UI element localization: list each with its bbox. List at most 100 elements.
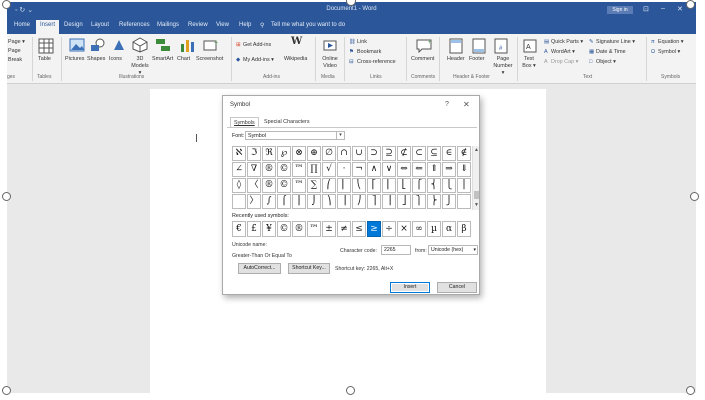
online-video-button[interactable]: Online Video: [321, 56, 339, 70]
recent-symbol-cell[interactable]: ≤: [352, 221, 366, 237]
symbol-cell[interactable]: ⎟: [337, 194, 351, 209]
tab-home[interactable]: Home: [14, 22, 30, 28]
wordart-button[interactable]: WordArt ▾: [551, 49, 575, 56]
symbol-cell[interactable]: √: [322, 162, 336, 177]
comment-icon[interactable]: +: [416, 39, 432, 53]
symbol-cell[interactable]: ⎣: [397, 178, 411, 193]
symbol-cell[interactable]: ©: [277, 178, 291, 193]
tab-design[interactable]: Design: [64, 22, 83, 28]
symbol-cell[interactable]: ⎧: [412, 178, 426, 193]
tab-special-characters[interactable]: Special Characters: [261, 117, 313, 127]
symbol-cell[interactable]: ⎝: [352, 178, 366, 193]
symbol-cell[interactable]: ℑ: [247, 146, 261, 161]
recent-symbol-cell[interactable]: €: [232, 221, 246, 237]
symbol-cell[interactable]: ⊂: [412, 146, 426, 161]
help-button[interactable]: ?: [445, 101, 449, 108]
tell-me-search[interactable]: Tell me what you want to do: [271, 22, 345, 28]
symbol-cell[interactable]: ⎞: [322, 194, 336, 209]
symbol-grid-scrollbar[interactable]: ▲ ▼: [472, 146, 479, 210]
symbol-cell[interactable]: ∇: [247, 162, 261, 177]
recent-symbol-cell[interactable]: £: [247, 221, 261, 237]
3d-models-icon[interactable]: [132, 37, 148, 53]
symbol-cell[interactable]: ⊃: [367, 146, 381, 161]
symbol-cell[interactable]: 〉: [247, 194, 261, 209]
chevron-down-icon[interactable]: ▾: [473, 247, 476, 253]
tab-symbols[interactable]: Symbols: [230, 117, 259, 127]
character-code-field[interactable]: 2265: [381, 245, 411, 255]
chart-button[interactable]: Chart: [177, 56, 190, 63]
scrollbar-thumb[interactable]: [474, 191, 479, 199]
text-box-button[interactable]: Text Box ▾: [521, 56, 537, 70]
wikipedia-button[interactable]: Wikipedia: [284, 56, 307, 63]
close-button[interactable]: ✕: [677, 5, 683, 13]
symbol-cell[interactable]: 〈: [247, 178, 261, 193]
symbol-cell[interactable]: ⎪: [457, 178, 471, 193]
symbol-cell[interactable]: ¬: [352, 162, 366, 177]
font-select[interactable]: Symbol ▾: [245, 131, 345, 140]
symbol-cell[interactable]: ⇐: [412, 162, 426, 177]
symbol-button[interactable]: Symbol ▾: [658, 49, 680, 56]
link-button[interactable]: Link: [357, 39, 367, 46]
shapes-button[interactable]: Shapes: [87, 56, 105, 63]
symbol-cell[interactable]: ∠: [232, 162, 246, 177]
object-button[interactable]: Object ▾: [596, 59, 616, 66]
symbol-cell[interactable]: ⎫: [412, 194, 426, 209]
recent-symbol-cell[interactable]: ≠: [337, 221, 351, 237]
resize-handle-bottom-right[interactable]: [686, 386, 695, 395]
symbol-cell[interactable]: ⎠: [352, 194, 366, 209]
recent-symbol-cell[interactable]: β: [457, 221, 471, 237]
recent-symbol-cell[interactable]: ≥: [367, 221, 381, 237]
cross-reference-button[interactable]: Cross-reference: [357, 59, 396, 66]
smartart-button[interactable]: SmartArt: [152, 56, 173, 63]
symbol-cell[interactable]: ⊗: [292, 146, 306, 161]
resize-handle-bottom[interactable]: [346, 386, 355, 395]
symbol-cell[interactable]: ⎤: [367, 194, 381, 209]
symbol-cell[interactable]: ®: [262, 162, 276, 177]
chart-icon[interactable]: [179, 38, 195, 52]
pictures-button[interactable]: Pictures: [65, 56, 84, 63]
recent-symbol-cell[interactable]: ÷: [382, 221, 396, 237]
symbol-cell[interactable]: ⊆: [427, 146, 441, 161]
header-button[interactable]: Header: [447, 56, 465, 63]
tab-insert[interactable]: Insert: [36, 20, 60, 34]
date-time-button[interactable]: Date & Time: [596, 49, 626, 56]
tab-mailings[interactable]: Mailings: [157, 22, 179, 28]
symbol-cell[interactable]: ⌡: [307, 194, 321, 209]
symbol-cell[interactable]: ⊕: [307, 146, 321, 161]
blank-page-button[interactable]: Page: [8, 48, 21, 55]
page-number-button[interactable]: Page Number ▾: [492, 56, 514, 77]
from-select[interactable]: Unicode (hex) ▾: [428, 245, 478, 255]
recent-symbol-cell[interactable]: ∞: [412, 221, 426, 237]
cover-page-button[interactable]: Page ▾: [8, 39, 25, 46]
symbol-cell[interactable]: ⊄: [397, 146, 411, 161]
recent-symbol-cell[interactable]: α: [442, 221, 456, 237]
shapes-icon[interactable]: [90, 38, 106, 52]
symbol-cell[interactable]: ∈: [442, 146, 456, 161]
symbol-cell[interactable]: ⎮: [292, 194, 306, 209]
symbol-cell[interactable]: ⇑: [427, 162, 441, 177]
symbol-cell[interactable]: ℵ: [232, 146, 246, 161]
symbol-cell[interactable]: ®: [262, 178, 276, 193]
symbol-cell[interactable]: ℘: [277, 146, 291, 161]
resize-handle-top-right[interactable]: [686, 0, 695, 9]
icons-icon[interactable]: [111, 38, 127, 52]
symbol-cell[interactable]: ™: [292, 162, 306, 177]
table-button[interactable]: Table: [38, 56, 51, 63]
symbol-cell[interactable]: ⎭: [442, 194, 456, 209]
symbol-cell[interactable]: ∪: [352, 146, 366, 161]
symbol-cell[interactable]: ⎥: [382, 194, 396, 209]
symbol-cell[interactable]: ©: [277, 162, 291, 177]
symbol-cell[interactable]: ⇔: [397, 162, 411, 177]
symbol-cell[interactable]: ℜ: [262, 146, 276, 161]
minimize-button[interactable]: –: [661, 5, 665, 12]
tab-view[interactable]: View: [216, 22, 229, 28]
recent-symbol-cell[interactable]: ×: [397, 221, 411, 237]
symbol-cell[interactable]: ⎨: [427, 178, 441, 193]
resize-handle-right[interactable]: [690, 192, 699, 201]
symbol-cell[interactable]: ∩: [337, 146, 351, 161]
page-number-icon[interactable]: #: [494, 38, 508, 54]
symbol-cell[interactable]: ∧: [367, 162, 381, 177]
text-box-icon[interactable]: A: [523, 39, 537, 53]
symbol-cell[interactable]: ⎛: [322, 178, 336, 193]
symbol-cell[interactable]: ◊: [232, 178, 246, 193]
